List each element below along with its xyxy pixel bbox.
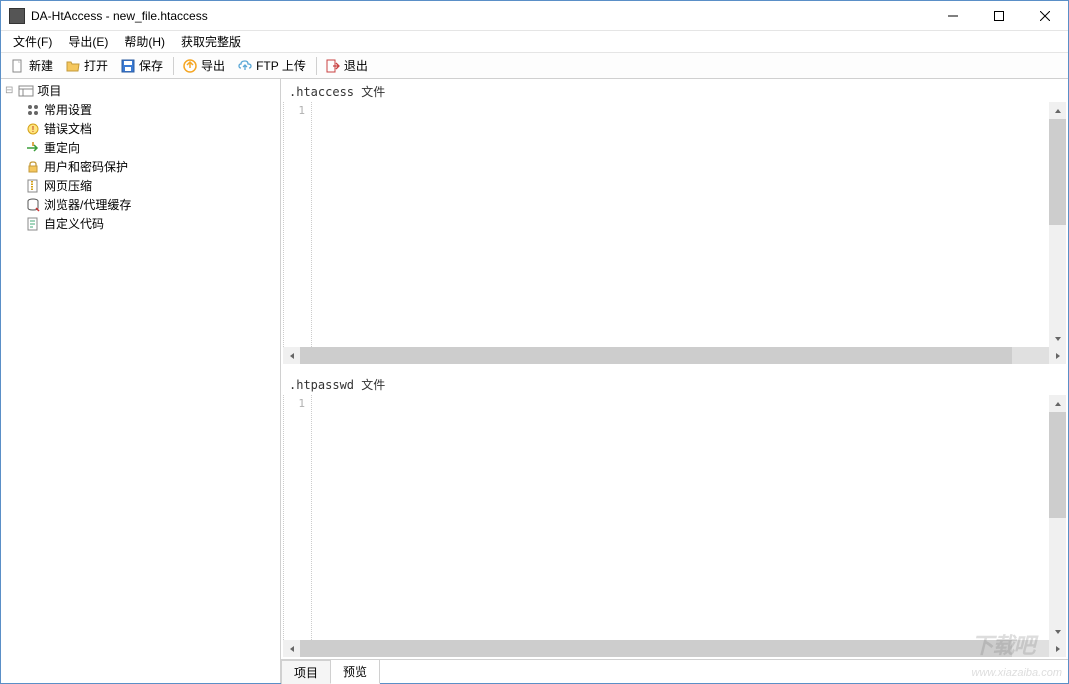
export-button[interactable]: 导出	[177, 55, 230, 76]
toolbar-separator	[173, 57, 174, 75]
scroll-thumb[interactable]	[300, 347, 1012, 364]
new-button[interactable]: 新建	[5, 55, 58, 76]
export-label: 导出	[201, 57, 225, 74]
vertical-scrollbar[interactable]	[1049, 102, 1066, 347]
lock-icon	[25, 159, 41, 175]
menu-file[interactable]: 文件(F)	[5, 31, 60, 52]
scroll-thumb[interactable]	[1049, 119, 1066, 225]
menubar: 文件(F) 导出(E) 帮助(H) 获取完整版	[1, 31, 1068, 53]
ftp-label: FTP 上传	[256, 57, 306, 74]
tree-item-redirect[interactable]: 重定向	[25, 138, 278, 157]
tree-item-compression[interactable]: 网页压缩	[25, 176, 278, 195]
scroll-down-icon[interactable]	[1049, 330, 1066, 347]
tree-item-label: 网页压缩	[44, 177, 92, 194]
cache-icon	[25, 197, 41, 213]
exit-button[interactable]: 退出	[320, 55, 373, 76]
tree-root-label: 项目	[37, 82, 61, 99]
tree-root-project[interactable]: ⊟ 项目	[3, 81, 278, 100]
tree-item-common-settings[interactable]: 常用设置	[25, 100, 278, 119]
scroll-up-icon[interactable]	[1049, 102, 1066, 119]
settings-icon	[25, 102, 41, 118]
vertical-scrollbar[interactable]	[1049, 395, 1066, 640]
bottom-tabs: 项目 预览	[281, 659, 1068, 683]
project-icon	[18, 83, 34, 99]
window-controls	[930, 1, 1068, 30]
scroll-thumb[interactable]	[300, 640, 1012, 657]
compress-icon	[25, 178, 41, 194]
ftp-button[interactable]: FTP 上传	[232, 55, 311, 76]
htaccess-panel-title: .htaccess 文件	[283, 81, 1066, 102]
tab-preview[interactable]: 预览	[330, 659, 380, 684]
open-label: 打开	[84, 57, 108, 74]
htpasswd-editor[interactable]: 1	[283, 395, 1066, 640]
tree-item-label: 浏览器/代理缓存	[44, 196, 131, 213]
htpasswd-panel-title: .htpasswd 文件	[283, 374, 1066, 395]
tree-item-label: 自定义代码	[44, 215, 104, 232]
menu-export[interactable]: 导出(E)	[60, 31, 116, 52]
code-icon	[25, 216, 41, 232]
menu-fullversion[interactable]: 获取完整版	[173, 31, 249, 52]
horizontal-scrollbar[interactable]	[283, 347, 1066, 364]
save-label: 保存	[139, 57, 163, 74]
redirect-icon	[25, 140, 41, 156]
tree-item-label: 重定向	[44, 139, 80, 156]
htpasswd-panel: .htpasswd 文件 1	[283, 374, 1066, 657]
code-text[interactable]	[312, 102, 1049, 347]
tree-item-cache[interactable]: 浏览器/代理缓存	[25, 195, 278, 214]
tree-item-custom-code[interactable]: 自定义代码	[25, 214, 278, 233]
minimize-button[interactable]	[930, 1, 976, 30]
tree-item-error-docs[interactable]: ! 错误文档	[25, 119, 278, 138]
save-icon	[120, 58, 136, 74]
close-button[interactable]	[1022, 1, 1068, 30]
scroll-left-icon[interactable]	[283, 640, 300, 657]
open-button[interactable]: 打开	[60, 55, 113, 76]
tree-item-label: 用户和密码保护	[44, 158, 128, 175]
htaccess-panel: .htaccess 文件 1	[283, 81, 1066, 364]
collapse-icon[interactable]: ⊟	[5, 85, 13, 96]
new-label: 新建	[29, 57, 53, 74]
scroll-right-icon[interactable]	[1049, 347, 1066, 364]
tab-project[interactable]: 项目	[281, 660, 331, 684]
line-gutter: 1	[284, 395, 312, 640]
scroll-up-icon[interactable]	[1049, 395, 1066, 412]
toolbar: 新建 打开 保存 导出 FTP 上传 退出	[1, 53, 1068, 79]
new-file-icon	[10, 58, 26, 74]
svg-text:!: !	[32, 125, 34, 134]
scroll-thumb[interactable]	[1049, 412, 1066, 518]
sidebar: ⊟ 项目 常用设置 ! 错误文档	[1, 79, 281, 683]
main-content: ⊟ 项目 常用设置 ! 错误文档	[1, 79, 1068, 683]
menu-help[interactable]: 帮助(H)	[116, 31, 173, 52]
error-doc-icon: !	[25, 121, 41, 137]
exit-icon	[325, 58, 341, 74]
save-button[interactable]: 保存	[115, 55, 168, 76]
window-title: DA-HtAccess - new_file.htaccess	[31, 9, 208, 23]
tree-item-label: 常用设置	[44, 101, 92, 118]
scroll-right-icon[interactable]	[1049, 640, 1066, 657]
app-icon	[9, 8, 25, 24]
folder-open-icon	[65, 58, 81, 74]
tree-item-label: 错误文档	[44, 120, 92, 137]
scroll-left-icon[interactable]	[283, 347, 300, 364]
htaccess-editor[interactable]: 1	[283, 102, 1066, 347]
exit-label: 退出	[344, 57, 368, 74]
line-gutter: 1	[284, 102, 312, 347]
tree-item-password[interactable]: 用户和密码保护	[25, 157, 278, 176]
upload-icon	[237, 58, 253, 74]
content-area: .htaccess 文件 1 .htp	[281, 79, 1068, 683]
export-icon	[182, 58, 198, 74]
scroll-down-icon[interactable]	[1049, 623, 1066, 640]
horizontal-scrollbar[interactable]	[283, 640, 1066, 657]
titlebar: DA-HtAccess - new_file.htaccess	[1, 1, 1068, 31]
toolbar-separator	[316, 57, 317, 75]
code-text[interactable]	[312, 395, 1049, 640]
maximize-button[interactable]	[976, 1, 1022, 30]
